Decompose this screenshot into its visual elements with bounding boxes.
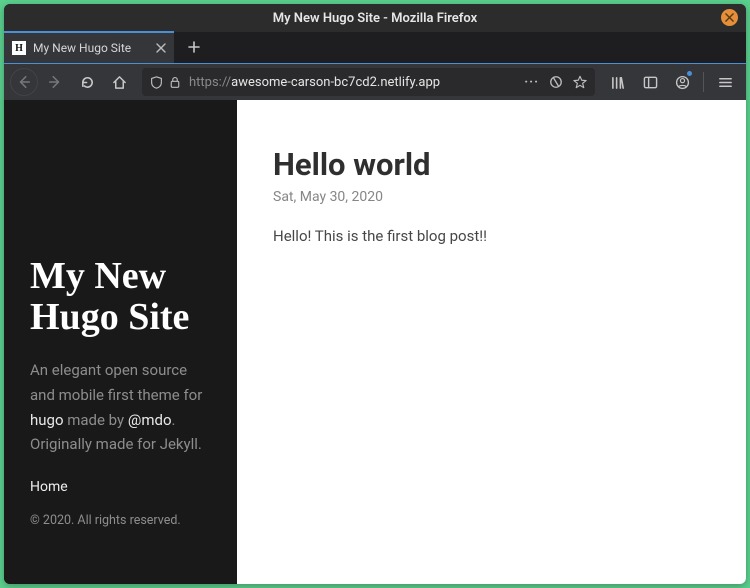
toolbar-divider	[703, 72, 704, 92]
home-button[interactable]	[104, 67, 134, 97]
reader-mode-icon[interactable]	[549, 75, 563, 89]
arrow-right-icon	[48, 75, 62, 89]
site-title[interactable]: My New Hugo Site	[30, 256, 213, 338]
reload-button[interactable]	[72, 67, 102, 97]
hugo-link[interactable]: hugo	[30, 411, 64, 429]
copyright-text: © 2020. All rights reserved.	[30, 513, 213, 528]
browser-tab[interactable]: H My New Hugo Site	[4, 31, 174, 63]
tab-favicon: H	[12, 41, 26, 55]
bookmark-star-icon[interactable]	[573, 75, 587, 89]
site-identity[interactable]	[150, 76, 181, 89]
arrow-left-icon	[17, 75, 31, 89]
back-button[interactable]	[10, 68, 38, 96]
tab-close-button[interactable]	[156, 43, 166, 53]
window-title: My New Hugo Site - Mozilla Firefox	[273, 11, 477, 26]
plus-icon	[188, 41, 200, 53]
lead-text: An elegant open source and mobile first …	[30, 361, 202, 404]
url-text: https://awesome-carson-bc7cd2.netlify.ap…	[189, 75, 516, 90]
post-content: Hello world Sat, May 30, 2020 Hello! Thi…	[237, 100, 746, 584]
nav-toolbar: https://awesome-carson-bc7cd2.netlify.ap…	[4, 64, 746, 100]
notification-dot	[687, 71, 692, 76]
library-icon	[611, 75, 626, 90]
forward-button[interactable]	[40, 67, 70, 97]
hamburger-icon	[718, 75, 733, 90]
post-title: Hello world	[273, 146, 710, 183]
url-host: awesome-carson-bc7cd2.netlify.app	[231, 75, 440, 90]
nav-home-link[interactable]: Home	[30, 479, 213, 495]
page-viewport: My New Hugo Site An elegant open source …	[4, 100, 746, 584]
site-sidebar: My New Hugo Site An elegant open source …	[4, 100, 237, 584]
url-bar[interactable]: https://awesome-carson-bc7cd2.netlify.ap…	[142, 68, 595, 96]
tab-strip: H My New Hugo Site	[4, 32, 746, 64]
window-close-button[interactable]	[721, 9, 738, 26]
lock-icon	[169, 76, 181, 88]
site-lead: An elegant open source and mobile first …	[30, 358, 213, 457]
tab-title: My New Hugo Site	[33, 41, 150, 55]
library-button[interactable]	[603, 67, 633, 97]
new-tab-button[interactable]	[180, 33, 208, 61]
mdo-link[interactable]: @mdo	[128, 411, 172, 429]
page-actions-button[interactable]: ···	[524, 75, 539, 90]
sidebar-icon	[643, 75, 658, 90]
url-protocol: https://	[189, 75, 231, 90]
app-menu-button[interactable]	[710, 67, 740, 97]
post-date: Sat, May 30, 2020	[273, 189, 710, 205]
account-icon	[675, 75, 690, 90]
sidebars-button[interactable]	[635, 67, 665, 97]
post-body: Hello! This is the first blog post!!	[273, 227, 710, 245]
lead-text: made by	[64, 411, 128, 429]
shield-icon	[150, 76, 163, 89]
browser-window: My New Hugo Site - Mozilla Firefox H My …	[4, 4, 746, 584]
window-titlebar: My New Hugo Site - Mozilla Firefox	[4, 4, 746, 32]
close-icon	[725, 13, 734, 22]
reload-icon	[80, 75, 95, 90]
close-icon	[156, 43, 166, 53]
account-button[interactable]	[667, 67, 697, 97]
home-icon	[112, 75, 127, 90]
